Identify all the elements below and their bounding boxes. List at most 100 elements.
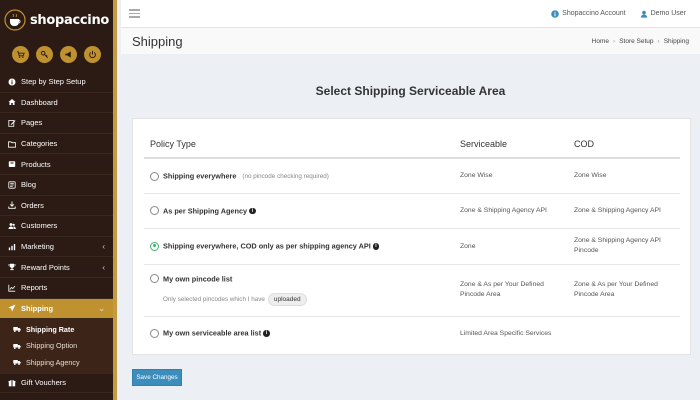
uploaded-badge[interactable]: uploaded [267,293,307,307]
sidebar-item-label: Dashboard [21,97,58,107]
col-serviceable: Serviceable [454,130,568,159]
radio-shipping-everywhere[interactable] [150,171,159,181]
table-row[interactable]: As per Shipping Agency i Zone & Shipping … [144,193,680,229]
sidebar: shopaccino Step by Step Setup Dashboard … [0,0,117,400]
breadcrumb: Home › Store Setup › Shipping [592,38,689,45]
sidebar-item-label: Gift Vouchers [21,378,67,388]
table-row[interactable]: Shipping everywhere, COD only as per shi… [144,228,680,265]
policy-label: As per Shipping Agency [163,206,248,216]
sidebar-item-blog[interactable]: Blog [0,175,113,196]
power-icon[interactable] [84,45,101,63]
box-icon [8,160,16,168]
policy-label: Shipping everywhere, COD only as per shi… [163,241,371,251]
chevron-left-icon: ‹ [102,262,105,272]
plane-icon [8,304,16,312]
sidebar-item-dashboard[interactable]: Dashboard [0,93,113,114]
cod-cell: Zone & Shipping Agency API [568,193,680,229]
sidebar-item-label: Shipping [21,303,54,313]
sidebar-item-label: Categories [21,139,58,149]
sidebar-subitem-shipping-option[interactable]: Shipping Option [0,338,113,355]
sidebar-item-orders[interactable]: Orders [0,196,113,217]
sidebar-item-label: Reports [21,283,48,293]
cod-cell: Zone & Shipping Agency API Pincode [568,228,680,265]
cart-icon[interactable] [12,45,29,63]
breadcrumb-store-setup[interactable]: Store Setup [619,38,653,45]
sidebar-item-label: Pages [21,118,43,128]
policy-cell: My own pincode list Only selected pincod… [144,264,454,317]
info-circle-icon [551,9,559,18]
col-policy-type: Policy Type [144,130,454,159]
serviceable-cell: Limited Area Specific Services [460,329,552,337]
serviceable-cell: Zone & Shipping Agency API [454,193,568,229]
key-icon[interactable] [36,45,53,63]
save-changes-button[interactable]: Save Changes [132,369,182,386]
shipping-policy-panel: Policy Type Serviceable COD Shipping eve… [132,118,691,355]
edit-icon [8,119,16,127]
breadcrumb-separator: › [613,37,616,45]
sidebar-item-label: Orders [21,200,44,210]
policy-note: (no pincode checking required) [242,172,329,180]
sidebar-item-marketing[interactable]: Marketing ‹ [0,237,113,258]
sidebar-item-reward-points[interactable]: Reward Points ‹ [0,257,113,278]
sidebar-subitem-label: Shipping Rate [26,324,75,334]
serviceable-cell: Zone & As per Your Defined Pincode Area [454,264,568,317]
breadcrumb-home[interactable]: Home [592,38,609,45]
radio-own-pincode-list[interactable] [150,274,159,284]
user-menu[interactable]: Demo User [640,10,686,18]
sidebar-item-categories[interactable]: Categories [0,134,113,155]
menu-toggle-icon[interactable] [129,9,140,18]
sidebar-subitem-label: Shipping Option [26,341,78,351]
trophy-icon [8,263,16,271]
section-title: Select Shipping Serviceable Area [315,84,506,98]
brand-logo[interactable]: shopaccino [0,0,113,40]
radio-own-serviceable-area-list[interactable] [150,329,159,339]
sidebar-item-pages[interactable]: Pages [0,113,113,134]
info-icon[interactable]: i [263,330,270,337]
truck-icon [13,358,21,366]
radio-cod-via-agency-api[interactable] [150,241,159,251]
truck-icon [13,342,21,350]
sidebar-item-shipping[interactable]: Shipping ⌄ [0,298,113,320]
chevron-left-icon: ‹ [102,242,105,252]
sidebar-item-customers[interactable]: Customers [0,216,113,237]
policy-cell: Shipping everywhere, COD only as per shi… [144,228,454,265]
serviceable-cell: Zone Wise [454,158,568,194]
sidebar-item-gift-vouchers[interactable]: Gift Vouchers [0,372,113,394]
blog-icon [8,181,16,189]
policy-label: My own serviceable area list [163,329,262,339]
policy-label: My own pincode list [163,274,233,284]
info-circle-icon [8,78,16,86]
table-row[interactable]: My own serviceable area list i Limited Ar… [144,316,680,350]
sidebar-subitem-shipping-agency[interactable]: Shipping Agency [0,354,113,371]
table-header-row: Policy Type Serviceable COD [144,130,680,159]
sidebar-subitem-label: Shipping Agency [26,357,80,367]
sidebar-item-products[interactable]: Products [0,154,113,175]
brand-name: shopaccino [29,12,110,28]
info-icon[interactable]: i [372,243,380,250]
table-row[interactable]: Shipping everywhere (no pincode checking … [144,158,680,194]
account-label: Shopaccino Account [562,10,626,17]
download-icon [8,201,16,210]
sidebar-item-step-by-step-setup[interactable]: Step by Step Setup [0,72,113,93]
coffee-cup-logo-icon [4,9,26,31]
megaphone-icon[interactable] [60,45,77,63]
chevron-down-icon: ⌄ [98,303,105,313]
topbar-right: Shopaccino Account Demo User [551,9,686,18]
main-content: Select Shipping Serviceable Area Policy … [121,54,700,400]
breadcrumb-separator: › [657,37,660,45]
sidebar-item-label: Reward Points [21,262,70,272]
shopaccino-account-link[interactable]: Shopaccino Account [551,9,626,18]
sidebar-subitem-shipping-rate[interactable]: Shipping Rate [0,321,113,338]
quick-actions [0,40,113,68]
sidebar-item-label: Products [21,159,51,169]
info-icon[interactable]: i [249,207,256,215]
sidebar-item-reports[interactable]: Reports [0,278,113,299]
gift-icon [8,379,16,387]
topbar: Shopaccino Account Demo User [121,0,700,28]
serviceable-cell: Zone [454,228,568,265]
users-icon [8,222,16,230]
table-row[interactable]: My own pincode list Only selected pincod… [144,264,680,317]
radio-as-per-shipping-agency[interactable] [150,206,159,216]
sidebar-menu: Step by Step Setup Dashboard Pages Categ… [0,72,113,394]
breadcrumb-current: Shipping [663,37,689,45]
